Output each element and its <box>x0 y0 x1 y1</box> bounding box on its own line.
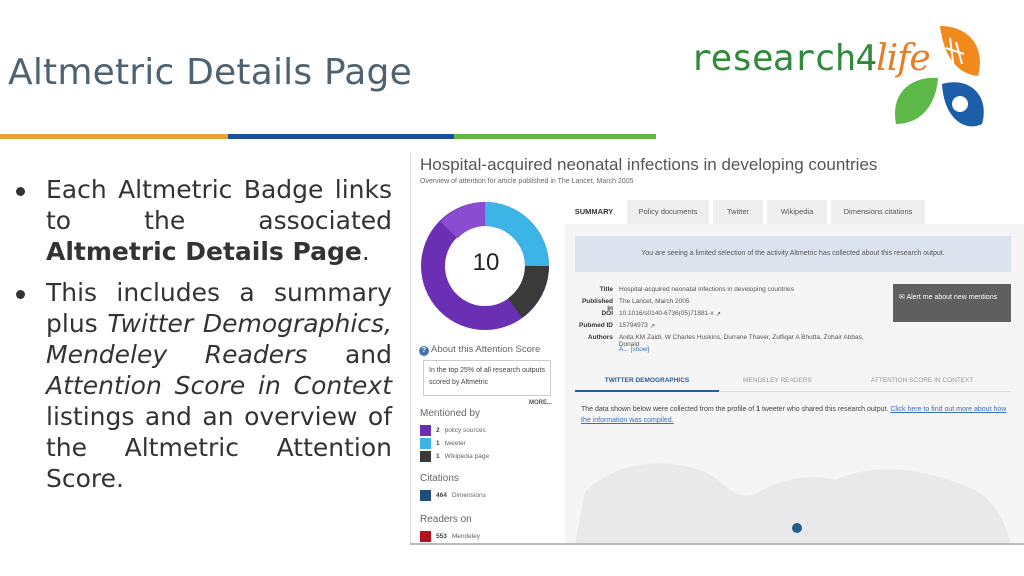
twitter-swatch <box>420 438 431 449</box>
title-rule-orange <box>0 134 228 139</box>
source-twitter[interactable]: 1 tweeter <box>420 438 466 449</box>
question-icon: ? <box>419 346 429 356</box>
subtab-twitter-demographics[interactable]: TWITTER DEMOGRAPHICS <box>575 374 719 392</box>
wikipedia-swatch <box>420 451 431 462</box>
subtab-attention-context[interactable]: ATTENTION SCORE IN CONTEXT <box>871 374 1011 392</box>
subtab-mendeley-readers[interactable]: MENDELEY READERS <box>743 374 843 392</box>
altmetric-screenshot: Hospital-acquired neonatal infections in… <box>410 152 1024 544</box>
article-subtitle: Overview of attention for article publis… <box>420 178 634 185</box>
bullet-summary: This includes a summary plus Twitter Dem… <box>10 277 392 494</box>
world-map <box>575 463 1011 544</box>
tab-wikipedia[interactable]: Wikipedia <box>767 200 827 224</box>
external-link-icon: ↗ <box>713 311 721 318</box>
source-mendeley[interactable]: 553 Mendeley <box>420 531 480 542</box>
score-context-box: In the top 25% of all research outputs s… <box>423 360 551 396</box>
dimensions-swatch <box>420 490 431 501</box>
tab-dimensions-citations[interactable]: Dimensions citations <box>831 200 925 224</box>
bullet-list: Each Altmetric Badge links to the associ… <box>10 174 392 504</box>
bullet-dot <box>16 187 25 196</box>
external-link-icon: ↗ <box>647 323 656 330</box>
slide-title: Altmetric Details Page <box>8 52 412 93</box>
attention-score: 10 <box>472 249 500 276</box>
source-policy[interactable]: 2 policy sources <box>420 425 486 436</box>
research4life-logo: research4life <box>690 24 990 136</box>
title-rule-blue <box>228 134 454 139</box>
meta-title: Title Hospital-acquired neonatal infectio… <box>599 286 794 293</box>
bullet-dot <box>16 290 25 299</box>
mentioned-by-heading: Mentioned by <box>420 408 481 419</box>
source-dimensions[interactable]: 464 Dimensions <box>420 490 486 501</box>
citations-heading: Citations <box>420 473 459 484</box>
source-wikipedia[interactable]: 1 Wikipedia page <box>420 451 489 462</box>
mendeley-swatch <box>420 531 431 542</box>
demographics-subtabs: TWITTER DEMOGRAPHICS MENDELEY READERS AT… <box>575 374 1011 392</box>
policy-swatch <box>420 425 431 436</box>
twitter-demographics-note: The data shown below were collected from… <box>581 406 1007 424</box>
meta-pubmed[interactable]: Pubmed ID 15794973 ↗ <box>575 322 655 330</box>
about-score-link[interactable]: ? About this Attention Score <box>419 344 540 356</box>
alert-me-button[interactable]: ✉ Alert me about new mentions <box>893 284 1011 322</box>
meta-doi[interactable]: DOI 10.1016/s0140-6736(05)71881-x ↗ <box>575 310 721 318</box>
title-rule-green <box>454 134 656 139</box>
meta-authors-more[interactable]: A... [show] <box>575 346 649 353</box>
details-tabs: SUMMARY Policy documents Twitter Wikiped… <box>565 200 1024 224</box>
readers-heading: Readers on <box>420 514 472 525</box>
more-link[interactable]: MORE... <box>529 400 552 406</box>
tab-summary[interactable]: SUMMARY <box>565 200 623 224</box>
tab-policy-documents[interactable]: Policy documents <box>627 200 709 224</box>
tab-twitter[interactable]: Twitter <box>713 200 763 224</box>
logo-leaf-icon <box>895 26 984 127</box>
bullet-badge-links: Each Altmetric Badge links to the associ… <box>10 174 392 267</box>
screenshot-border <box>410 543 1024 545</box>
limited-selection-notice: You are seeing a limited selection of th… <box>575 236 1011 272</box>
article-title: Hospital-acquired neonatal infections in… <box>420 155 878 174</box>
